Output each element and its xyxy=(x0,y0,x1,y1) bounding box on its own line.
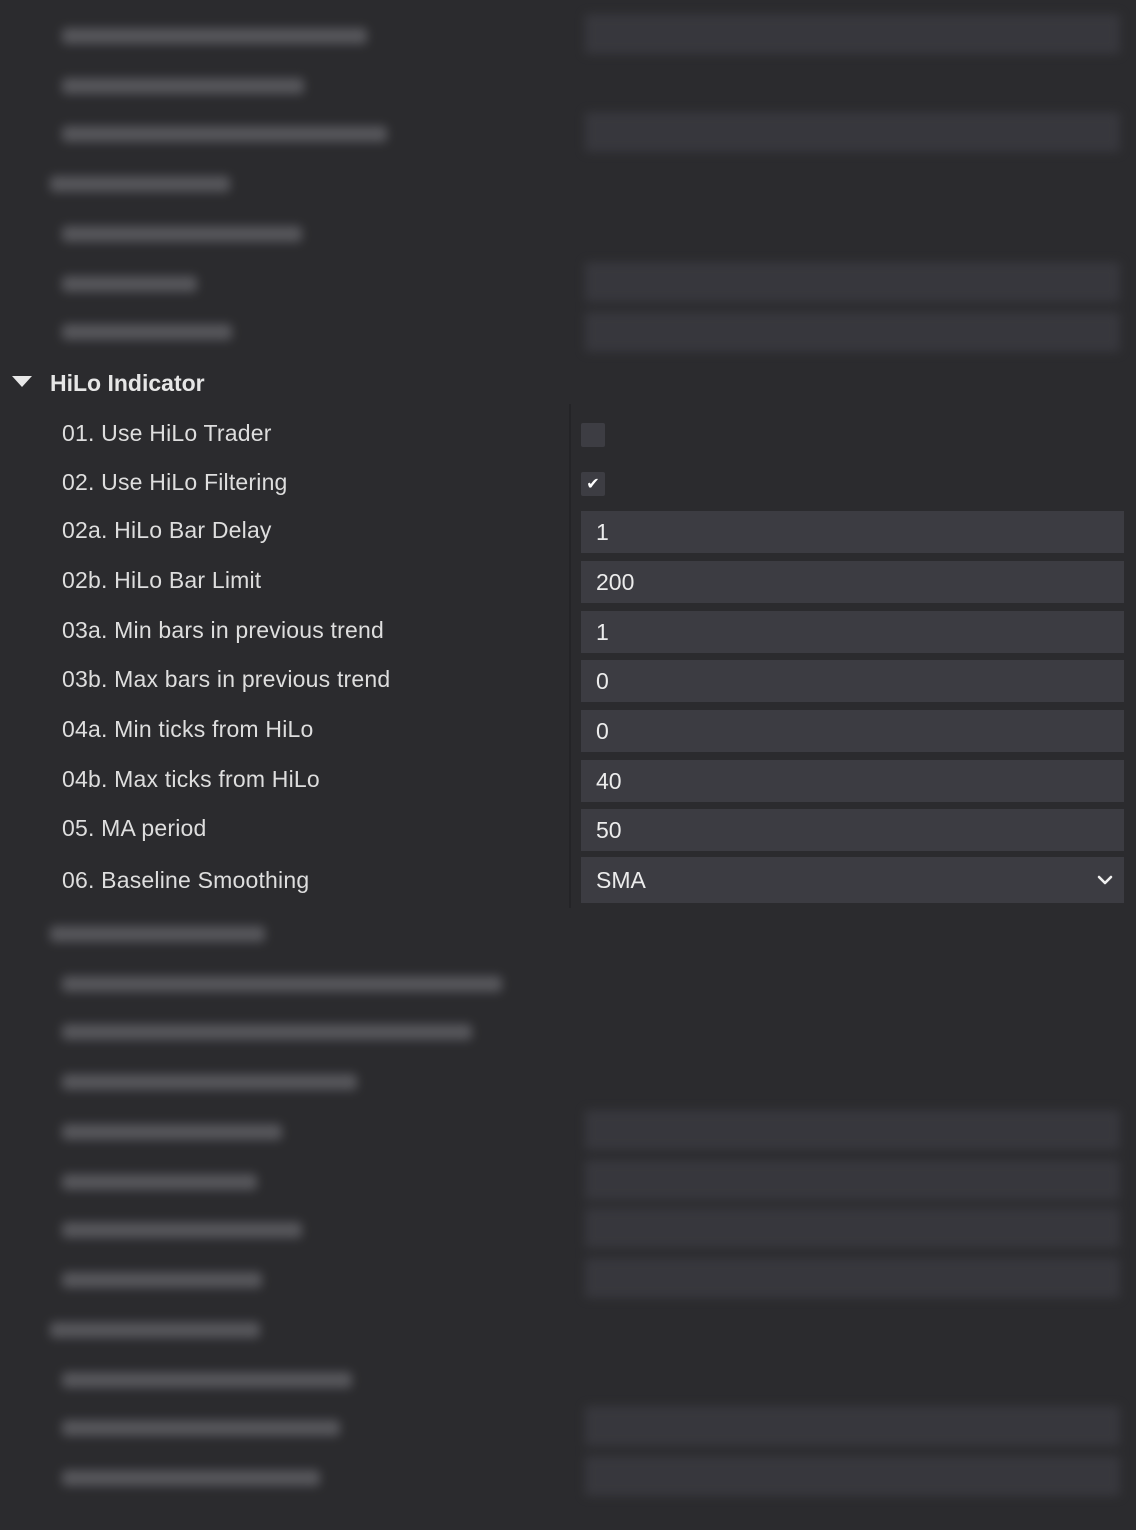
blurred-upper-properties xyxy=(0,0,1136,360)
property-row-use-hilo-trader: 01. Use HiLo Trader xyxy=(0,408,1136,458)
bar-delay-input[interactable]: 1 xyxy=(581,511,1124,553)
use-hilo-filtering-checkbox[interactable]: ✔ xyxy=(581,472,605,496)
property-row-min-bars: 03a. Min bars in previous trend 1 xyxy=(0,605,1136,655)
property-label: 02b. HiLo Bar Limit xyxy=(62,567,262,593)
property-row-bar-delay: 02a. HiLo Bar Delay 1 xyxy=(0,505,1136,555)
select-value: SMA xyxy=(596,867,646,893)
property-label: 05. MA period xyxy=(62,815,207,841)
chevron-down-icon[interactable] xyxy=(1096,871,1114,889)
section-hilo-indicator[interactable]: HiLo Indicator xyxy=(0,358,1136,408)
section-title: HiLo Indicator xyxy=(50,370,205,396)
property-label: 03b. Max bars in previous trend xyxy=(62,666,391,692)
property-row-bar-limit: 02b. HiLo Bar Limit 200 xyxy=(0,555,1136,605)
property-row-baseline-smoothing: 06. Baseline Smoothing SMA xyxy=(0,855,1136,905)
field-value: 50 xyxy=(596,817,622,843)
max-ticks-input[interactable]: 40 xyxy=(581,760,1124,802)
min-ticks-input[interactable]: 0 xyxy=(581,710,1124,752)
field-value: 0 xyxy=(596,718,609,744)
property-row-max-bars: 03b. Max bars in previous trend 0 xyxy=(0,654,1136,704)
property-row-max-ticks: 04b. Max ticks from HiLo 40 xyxy=(0,754,1136,804)
field-value: 1 xyxy=(596,619,609,645)
max-bars-input[interactable]: 0 xyxy=(581,660,1124,702)
property-label: 04a. Min ticks from HiLo xyxy=(62,716,314,742)
min-bars-input[interactable]: 1 xyxy=(581,611,1124,653)
property-label: 06. Baseline Smoothing xyxy=(62,867,310,893)
property-label: 02. Use HiLo Filtering xyxy=(62,469,288,495)
field-value: 0 xyxy=(596,668,609,694)
bar-limit-input[interactable]: 200 xyxy=(581,561,1124,603)
blurred-lower-properties xyxy=(0,908,1136,1530)
property-row-ma-period: 05. MA period 50 xyxy=(0,803,1136,853)
ma-period-input[interactable]: 50 xyxy=(581,809,1124,851)
baseline-smoothing-select[interactable]: SMA xyxy=(581,857,1124,903)
property-row-use-hilo-filtering: 02. Use HiLo Filtering ✔ xyxy=(0,457,1136,507)
use-hilo-trader-checkbox[interactable] xyxy=(581,423,605,447)
property-label: 04b. Max ticks from HiLo xyxy=(62,766,320,792)
field-value: 40 xyxy=(596,768,622,794)
property-row-min-ticks: 04a. Min ticks from HiLo 0 xyxy=(0,704,1136,754)
properties-panel: HiLo Indicator 01. Use HiLo Trader 02. U… xyxy=(0,0,1136,1530)
property-label: 03a. Min bars in previous trend xyxy=(62,617,384,643)
expand-arrow-icon[interactable] xyxy=(12,376,32,387)
checkmark-icon: ✔ xyxy=(586,474,600,493)
property-label: 01. Use HiLo Trader xyxy=(62,420,272,446)
property-label: 02a. HiLo Bar Delay xyxy=(62,517,272,543)
field-value: 1 xyxy=(596,519,609,545)
field-value: 200 xyxy=(596,569,635,595)
